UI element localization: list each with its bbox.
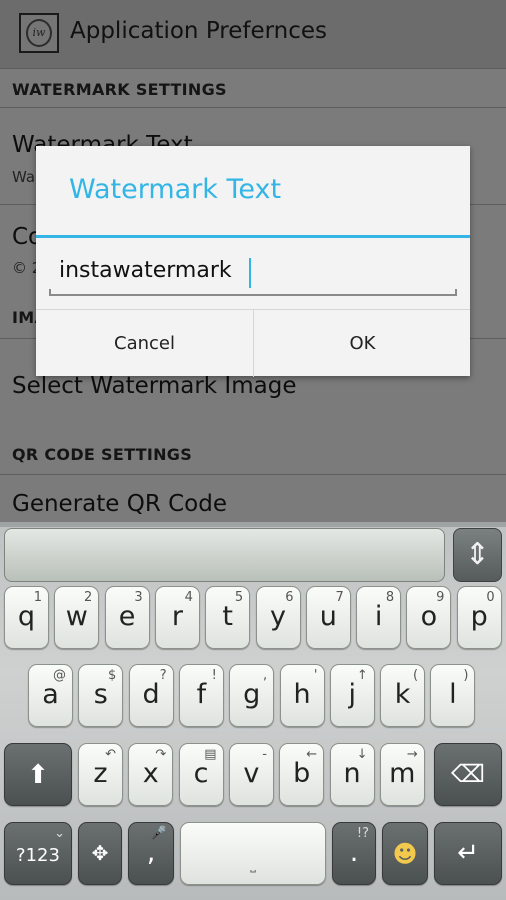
- key-label: n: [343, 758, 361, 789]
- key-label: s: [93, 679, 108, 710]
- key-label: k: [394, 679, 411, 710]
- key-label: l: [449, 679, 457, 710]
- key-label: e: [118, 601, 136, 632]
- key-label: c: [193, 758, 209, 789]
- key-d[interactable]: ? d: [128, 664, 174, 727]
- key-label: q: [17, 601, 36, 632]
- key-label: i: [374, 601, 383, 632]
- period-key[interactable]: !? .: [332, 822, 376, 885]
- key-c[interactable]: ▤ c: [178, 743, 224, 806]
- key-z[interactable]: ↶ z: [78, 743, 123, 806]
- symbols-key-label: ?123: [16, 845, 60, 866]
- delete-key[interactable]: ⌫: [434, 743, 502, 806]
- key-n[interactable]: ↓ n: [329, 743, 375, 806]
- space-key[interactable]: ⎵: [180, 822, 326, 885]
- key-x[interactable]: ↷ x: [128, 743, 174, 806]
- key-g[interactable]: ,g: [229, 664, 275, 727]
- key-h[interactable]: ' h: [279, 664, 325, 727]
- input-underline-tick: [455, 289, 457, 296]
- emoji-icon: ☻: [392, 840, 418, 868]
- soft-keyboard: ⇕ 1q2w3e4r5t6y7u8i9o0p @ a $ s? d! f, g ' h ↑ j(k)…: [0, 522, 506, 900]
- key-m[interactable]: → m: [379, 743, 425, 806]
- comma-label: ,: [146, 837, 156, 868]
- key-f[interactable]: ! f: [178, 664, 224, 727]
- key-l[interactable]: ) l: [430, 664, 476, 727]
- ok-button[interactable]: OK: [254, 310, 471, 377]
- keyboard-top-edge: [0, 522, 506, 527]
- symbols-key[interactable]: ⌄ ?123: [4, 822, 72, 885]
- keyboard-resize-icon[interactable]: ⇕: [453, 528, 502, 582]
- key-k[interactable]: (k: [380, 664, 426, 727]
- key-label: t: [222, 601, 233, 632]
- chevron-down-icon: ⌄: [54, 826, 65, 841]
- text-cursor: [249, 258, 251, 288]
- space-bar-icon: ⎵: [250, 857, 256, 873]
- key-w[interactable]: 2w: [54, 586, 100, 649]
- move-arrows-icon: ✥: [91, 841, 109, 865]
- key-label: r: [171, 601, 183, 632]
- key-label: p: [470, 601, 488, 632]
- key-label: x: [142, 758, 159, 789]
- key-label: w: [65, 601, 88, 632]
- shift-icon: ⬆: [27, 760, 49, 790]
- key-e[interactable]: 3e: [104, 586, 150, 649]
- emoji-key[interactable]: ☻: [382, 822, 428, 885]
- enter-key[interactable]: ↵: [434, 822, 502, 885]
- key-label: d: [142, 679, 160, 710]
- key-label: h: [293, 679, 311, 710]
- key-a[interactable]: @ a: [28, 664, 73, 727]
- key-j[interactable]: ↑ j: [329, 664, 375, 727]
- key-label: z: [93, 758, 108, 789]
- input-underline: [49, 294, 457, 296]
- key-y[interactable]: 6y: [255, 586, 301, 649]
- dialog-title: Watermark Text: [69, 174, 282, 205]
- key-label: g: [243, 679, 261, 710]
- cancel-button[interactable]: Cancel: [36, 310, 253, 377]
- key-label: y: [270, 601, 286, 632]
- key-label: a: [42, 679, 59, 710]
- move-key[interactable]: ✥: [78, 822, 122, 885]
- watermark-text-value: instawatermark: [59, 258, 232, 283]
- key-q[interactable]: 1q: [4, 586, 49, 649]
- key-p[interactable]: 0p: [456, 586, 502, 649]
- comma-key[interactable]: 🎤 ,: [128, 822, 174, 885]
- dialog-button-bar: Cancel OK: [36, 309, 470, 377]
- watermark-text-input[interactable]: instawatermark: [49, 256, 457, 296]
- key-u[interactable]: 7u: [305, 586, 351, 649]
- shift-key[interactable]: ⬆: [4, 743, 72, 806]
- key-s[interactable]: $ s: [78, 664, 124, 727]
- input-underline-tick: [49, 289, 51, 296]
- key-o[interactable]: 9o: [406, 586, 452, 649]
- watermark-text-dialog: Watermark Text instawatermark Cancel OK: [36, 146, 470, 377]
- key-label: j: [348, 679, 357, 710]
- backspace-icon: ⌫: [451, 760, 485, 788]
- key-label: m: [389, 758, 416, 789]
- key-t[interactable]: 5t: [205, 586, 251, 649]
- key-label: u: [319, 601, 337, 632]
- period-label: .: [349, 837, 359, 868]
- enter-icon: ↵: [457, 838, 479, 868]
- key-label: b: [293, 758, 311, 789]
- suggestion-strip[interactable]: [4, 528, 445, 582]
- key-label: v: [243, 758, 260, 789]
- dialog-title-divider: [36, 235, 470, 238]
- key-label: o: [420, 601, 438, 632]
- key-i[interactable]: 8i: [356, 586, 402, 649]
- key-label: f: [196, 679, 207, 710]
- key-r[interactable]: 4r: [154, 586, 200, 649]
- key-v[interactable]: -v: [228, 743, 274, 806]
- key-b[interactable]: ← b: [279, 743, 325, 806]
